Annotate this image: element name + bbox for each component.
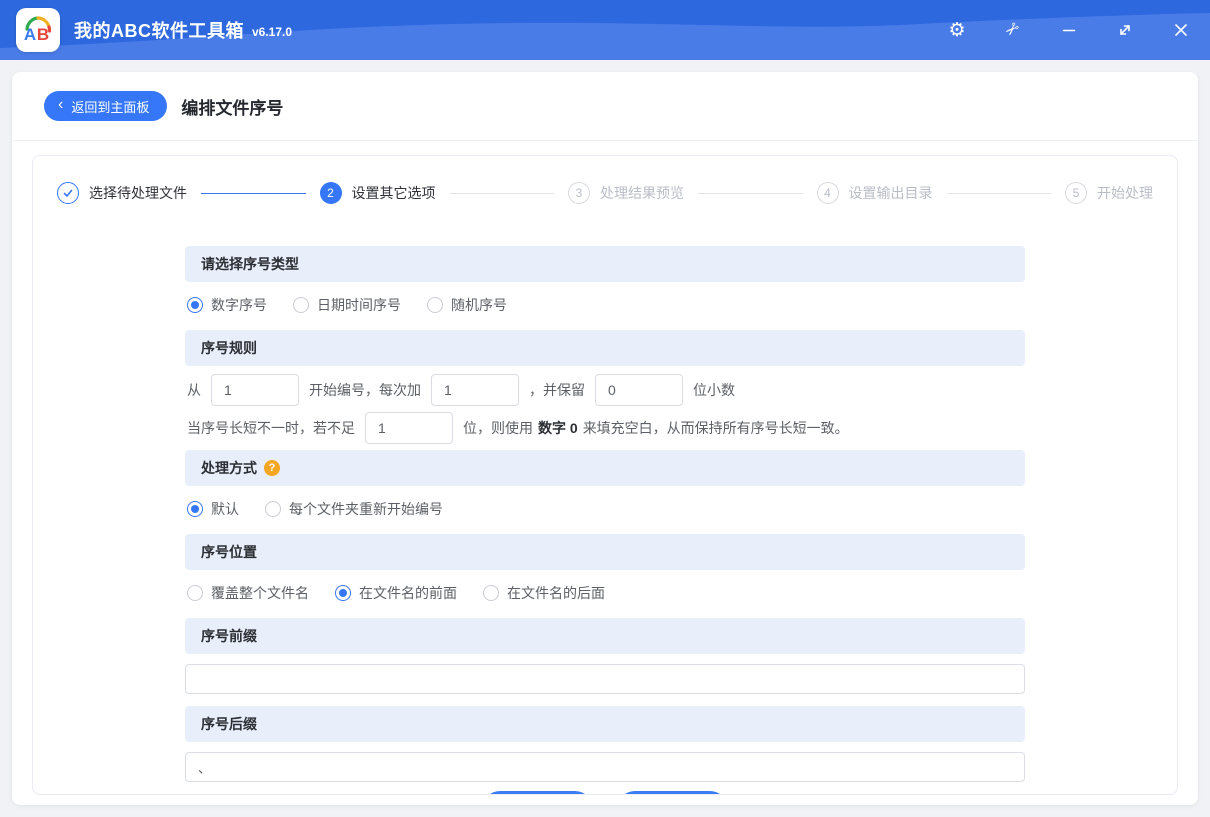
increment-input[interactable] bbox=[431, 374, 519, 406]
step-1-select-files: 选择待处理文件 bbox=[57, 182, 187, 204]
minimize-icon[interactable] bbox=[1055, 16, 1083, 44]
section-header-serial-position: 序号位置 bbox=[185, 534, 1025, 570]
decimal-places-input[interactable] bbox=[595, 374, 683, 406]
radio-icon bbox=[335, 585, 351, 601]
step-indicator: 选择待处理文件 2 设置其它选项 3 处理结果预览 4 设置输出目录 5 开始处… bbox=[33, 156, 1177, 204]
page-title: 编排文件序号 bbox=[181, 98, 284, 118]
radio-icon bbox=[483, 585, 499, 601]
back-to-dashboard-button[interactable]: ‹ 返回到主面板 bbox=[44, 91, 168, 121]
app-logo: A B bbox=[16, 8, 60, 52]
radio-before-filename[interactable]: 在文件名的前面 bbox=[335, 583, 457, 603]
section-header-serial-rule: 序号规则 bbox=[185, 330, 1025, 366]
rule-text-bold: 数字 0 bbox=[538, 420, 578, 436]
radio-icon bbox=[265, 501, 281, 517]
step-label: 选择待处理文件 bbox=[89, 185, 187, 201]
radio-random-serial[interactable]: 随机序号 bbox=[427, 295, 507, 315]
radio-after-filename[interactable]: 在文件名的后面 bbox=[483, 583, 605, 603]
section-header-serial-suffix: 序号后缀 bbox=[185, 706, 1025, 742]
titlebar: A B 我的ABC软件工具箱 v6.17.0 ⚙ ✂ bbox=[0, 0, 1210, 60]
settings-icon[interactable]: ⚙ bbox=[943, 16, 971, 44]
step-label: 设置输出目录 bbox=[848, 185, 933, 201]
workspace: ‹ 返回到主面板 编排文件序号 选择待处理文件 2 设置其它选项 3 处理结果预… bbox=[0, 60, 1210, 817]
radio-icon bbox=[187, 297, 203, 313]
check-icon bbox=[57, 182, 79, 204]
rule-text: 当序号长短不一时，若不足 bbox=[187, 420, 355, 436]
wizard-footer: ‹ 上一步 下一步 › bbox=[185, 791, 1025, 794]
rule-text: 位，则使用 bbox=[463, 420, 533, 436]
rule-text: 从 bbox=[187, 382, 201, 398]
maximize-icon[interactable] bbox=[1111, 16, 1139, 44]
section-title: 请选择序号类型 bbox=[201, 256, 299, 272]
step-3-preview: 3 处理结果预览 bbox=[568, 182, 684, 204]
radio-datetime-serial[interactable]: 日期时间序号 bbox=[293, 295, 401, 315]
rule-text: 位小数 bbox=[693, 382, 735, 398]
section-title: 序号前缀 bbox=[201, 628, 257, 644]
step-label: 设置其它选项 bbox=[351, 185, 436, 201]
back-button-label: 返回到主面板 bbox=[71, 99, 150, 115]
rule-text: 来填充空白，从而保持所有序号长短一致。 bbox=[582, 420, 849, 436]
step-number: 3 bbox=[568, 182, 590, 204]
svg-text:B: B bbox=[37, 25, 49, 44]
serial-prefix-input[interactable] bbox=[185, 664, 1025, 694]
serial-suffix-input[interactable] bbox=[185, 752, 1025, 782]
section-title: 序号位置 bbox=[201, 544, 257, 560]
start-number-input[interactable] bbox=[211, 374, 299, 406]
svg-text:A: A bbox=[24, 25, 36, 44]
content-panel: 选择待处理文件 2 设置其它选项 3 处理结果预览 4 设置输出目录 5 开始处… bbox=[32, 155, 1178, 795]
step-connector bbox=[946, 192, 1051, 194]
pad-length-input[interactable] bbox=[365, 412, 453, 444]
section-header-process-method: 处理方式 ? bbox=[185, 450, 1025, 486]
rule-text: ，并保留 bbox=[529, 382, 585, 398]
page-header: ‹ 返回到主面板 编排文件序号 bbox=[12, 72, 1198, 141]
rule-line-1: 从 开始编号，每次加 ，并保留 位小数 bbox=[187, 374, 1025, 406]
section-title: 序号规则 bbox=[201, 340, 257, 356]
serial-position-radio-group: 覆盖整个文件名 在文件名的前面 在文件名的后面 bbox=[187, 578, 1025, 608]
step-4-output-dir: 4 设置输出目录 bbox=[816, 182, 933, 204]
step-5-start: 5 开始处理 bbox=[1065, 182, 1153, 204]
step-connector bbox=[449, 192, 554, 194]
section-title: 处理方式 bbox=[201, 460, 257, 476]
radio-restart-per-folder[interactable]: 每个文件夹重新开始编号 bbox=[265, 499, 443, 519]
radio-overwrite-filename[interactable]: 覆盖整个文件名 bbox=[187, 583, 309, 603]
chevron-left-icon: ‹ bbox=[58, 96, 64, 113]
radio-icon bbox=[427, 297, 443, 313]
help-icon[interactable]: ? bbox=[264, 460, 280, 476]
rule-text: 开始编号，每次加 bbox=[309, 382, 421, 398]
main-card: ‹ 返回到主面板 编排文件序号 选择待处理文件 2 设置其它选项 3 处理结果预… bbox=[12, 72, 1198, 805]
options-form: 请选择序号类型 数字序号 日期时间序号 随机序号 序号规则 从 1 开始编号，每… bbox=[185, 246, 1025, 794]
step-label: 处理结果预览 bbox=[600, 185, 684, 201]
radio-default-method[interactable]: 默认 bbox=[187, 499, 239, 519]
radio-number-serial[interactable]: 数字序号 bbox=[187, 295, 267, 315]
app-version: v6.17.0 bbox=[252, 25, 293, 39]
section-header-serial-type: 请选择序号类型 bbox=[185, 246, 1025, 282]
step-connector bbox=[698, 192, 803, 194]
process-method-radio-group: 默认 每个文件夹重新开始编号 bbox=[187, 494, 1025, 524]
step-label: 开始处理 bbox=[1097, 185, 1153, 201]
step-2-options: 2 设置其它选项 bbox=[319, 182, 436, 204]
section-header-serial-prefix: 序号前缀 bbox=[185, 618, 1025, 654]
abc-logo-icon: A B bbox=[24, 16, 52, 44]
app-title: 我的ABC软件工具箱 bbox=[74, 21, 244, 41]
step-connector bbox=[201, 192, 306, 194]
radio-icon bbox=[187, 501, 203, 517]
section-title: 序号后缀 bbox=[201, 716, 257, 732]
step-number: 2 bbox=[319, 182, 342, 204]
close-icon[interactable] bbox=[1167, 16, 1195, 44]
rule-line-2: 当序号长短不一时，若不足 位，则使用 数字 0 来填充空白，从而保持所有序号长短… bbox=[187, 412, 1025, 444]
radio-icon bbox=[187, 585, 203, 601]
previous-step-button[interactable]: ‹ 上一步 bbox=[482, 791, 593, 794]
scissors-icon[interactable]: ✂ bbox=[999, 16, 1027, 44]
step-number: 4 bbox=[816, 182, 839, 204]
serial-type-radio-group: 数字序号 日期时间序号 随机序号 bbox=[187, 290, 1025, 320]
next-step-button[interactable]: 下一步 › bbox=[617, 791, 728, 794]
radio-icon bbox=[293, 297, 309, 313]
step-number: 5 bbox=[1065, 182, 1087, 204]
